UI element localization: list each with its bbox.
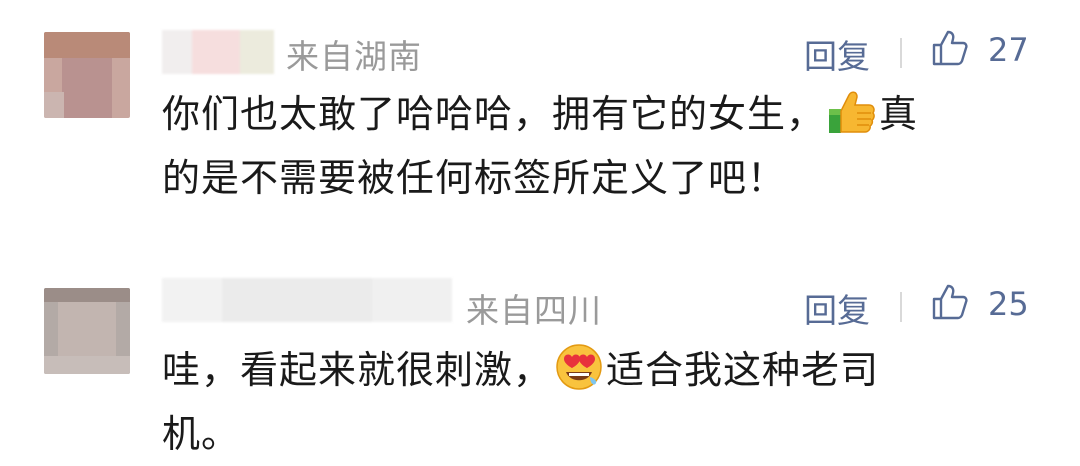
comment-item: 来自四川 回复 25 哇，看起来就很刺激， 适合我这种老司 机。 — [0, 260, 1080, 462]
divider — [900, 292, 902, 322]
comment-text-part: 真 — [879, 92, 919, 136]
comment-text-part: 哇，看起来就很刺激， — [162, 348, 553, 392]
like-button[interactable]: 25 — [930, 282, 1029, 326]
like-button[interactable]: 27 — [930, 28, 1029, 72]
like-count: 27 — [988, 31, 1029, 69]
comment-text: 你们也太敢了哈哈哈，拥有它的女生， 真 的是不需要被任何标签所定义了吧！ — [162, 82, 1042, 210]
thumbs-up-emoji-icon — [827, 87, 877, 135]
comment-text-part: 适合我这种老司 — [606, 348, 880, 392]
username-blurred[interactable] — [162, 278, 452, 322]
reply-button[interactable]: 回复 — [804, 30, 870, 78]
location-label: 来自湖南 — [286, 37, 422, 76]
comment-text-line: 的是不需要被任何标签所定义了吧！ — [162, 156, 787, 200]
comment-text: 哇，看起来就很刺激， 适合我这种老司 机。 — [162, 338, 1042, 466]
reply-button[interactable]: 回复 — [804, 284, 870, 332]
avatar[interactable] — [44, 288, 130, 374]
heart-eyes-emoji-icon — [554, 343, 604, 391]
comment-item: 来自湖南 回复 27 你们也太敢了哈哈哈，拥有它的女生， 真 的是不需要被任何标… — [0, 0, 1080, 250]
divider — [900, 38, 902, 68]
avatar[interactable] — [44, 32, 130, 118]
location-label: 来自四川 — [466, 291, 602, 330]
like-count: 25 — [988, 285, 1029, 323]
thumbs-up-icon — [930, 282, 970, 326]
username-blurred[interactable] — [162, 30, 274, 74]
comment-text-line: 机。 — [162, 412, 241, 456]
comment-text-part: 你们也太敢了哈哈哈，拥有它的女生， — [162, 92, 826, 136]
thumbs-up-icon — [930, 28, 970, 72]
